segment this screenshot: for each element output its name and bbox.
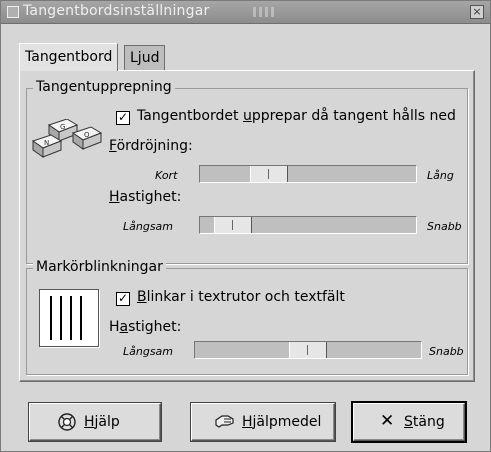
assist-mnemonic: H: [242, 414, 253, 430]
key-letter-2: O: [84, 131, 90, 139]
repeat-speed-slider[interactable]: [199, 216, 417, 234]
repeat-speed-label: Hastighet:: [109, 189, 181, 205]
key-repeat-checkbox-label[interactable]: Tangentbordet upprepar då tangent hålls …: [137, 108, 456, 124]
repeat-speed-max-label: Snabb: [427, 220, 462, 233]
cursor-speed-label: Hastighet:: [109, 319, 181, 335]
cursor-speed-max-label: Snabb: [429, 345, 464, 358]
close-button[interactable]: ✕ Stäng: [353, 403, 465, 441]
key-repeat-checkbox[interactable]: ✓: [116, 111, 130, 125]
repeat-speed-mnemonic: H: [109, 189, 120, 205]
window-close-button[interactable]: ×: [470, 5, 484, 19]
tab-ljud[interactable]: Ljud: [124, 45, 166, 70]
cursor-speed-slider[interactable]: [194, 341, 422, 359]
accessibility-hand-icon: [215, 415, 234, 428]
delay-label: Fördröjning:: [109, 138, 193, 154]
help-mnemonic: H: [84, 414, 95, 430]
delay-min-label: Kort: [155, 169, 178, 182]
repeat-speed-slider-thumb[interactable]: [214, 217, 252, 233]
text-cursor-icon: [39, 289, 99, 347]
repeat-speed-min-label: Långsam: [123, 220, 174, 233]
cursor-speed-slider-thumb[interactable]: [289, 342, 327, 358]
key-repeat-label-part2: pprepar då tangent hålls ned: [251, 108, 456, 124]
window-menu-icon[interactable]: [7, 6, 19, 18]
delay-max-label: Lång: [427, 169, 454, 182]
titlebar-decoration: [253, 7, 277, 17]
close-mnemonic: S: [404, 414, 413, 430]
close-label-text: täng: [412, 414, 445, 430]
help-button-label: Hjälp: [84, 414, 120, 430]
help-lifebuoy-icon: [58, 413, 76, 431]
cursor-speed-min-label: Långsam: [123, 345, 174, 358]
delay-slider-thumb[interactable]: [250, 166, 288, 182]
tab-tangentbord[interactable]: Tangentbord: [19, 43, 119, 71]
key-letter-3: N: [44, 139, 49, 147]
delay-slider[interactable]: [199, 165, 417, 183]
key-letter-1: G: [60, 123, 65, 131]
assist-label-text: jälpmedel: [252, 414, 322, 430]
help-label-text: jälp: [94, 414, 120, 430]
window-title: Tangentbordsinställningar: [23, 3, 210, 19]
cursor-blink-label-text: linkar i textrutor och textfält: [146, 289, 345, 305]
delay-label-text: ördröjning:: [116, 138, 193, 154]
repeat-speed-label-text: astighet:: [119, 189, 182, 205]
cursor-speed-label-part1: H: [109, 319, 120, 335]
cursor-blink-frame-label: Markörblinkningar: [33, 259, 166, 275]
keyboard-keys-icon: G O N: [31, 119, 103, 158]
cursor-speed-mnemonic: a: [119, 319, 129, 335]
dialog-window: Tangentbordsinställningar × Tangentbord …: [0, 0, 491, 452]
cursor-blink-checkbox[interactable]: ✓: [116, 292, 130, 306]
key-repeat-label-part1: Tangentbordet: [137, 108, 243, 124]
accessibility-button[interactable]: Hjälpmedel: [191, 403, 335, 441]
title-bar[interactable]: Tangentbordsinställningar ×: [1, 1, 490, 24]
key-repeat-label-mnemonic: u: [242, 108, 252, 124]
key-repeat-frame-label: Tangentupprepning: [33, 79, 175, 95]
delay-label-mnemonic: F: [109, 138, 117, 154]
cursor-blink-checkbox-label[interactable]: Blinkar i textrutor och textfält: [137, 289, 345, 305]
accessibility-button-label: Hjälpmedel: [242, 414, 321, 430]
cursor-speed-label-part2: stighet:: [128, 319, 182, 335]
close-x-icon: ✕: [380, 411, 395, 431]
help-button[interactable]: Hjälp: [29, 403, 161, 441]
cursor-blink-label-mnemonic: B: [137, 289, 147, 305]
close-button-label: Stäng: [404, 414, 445, 430]
